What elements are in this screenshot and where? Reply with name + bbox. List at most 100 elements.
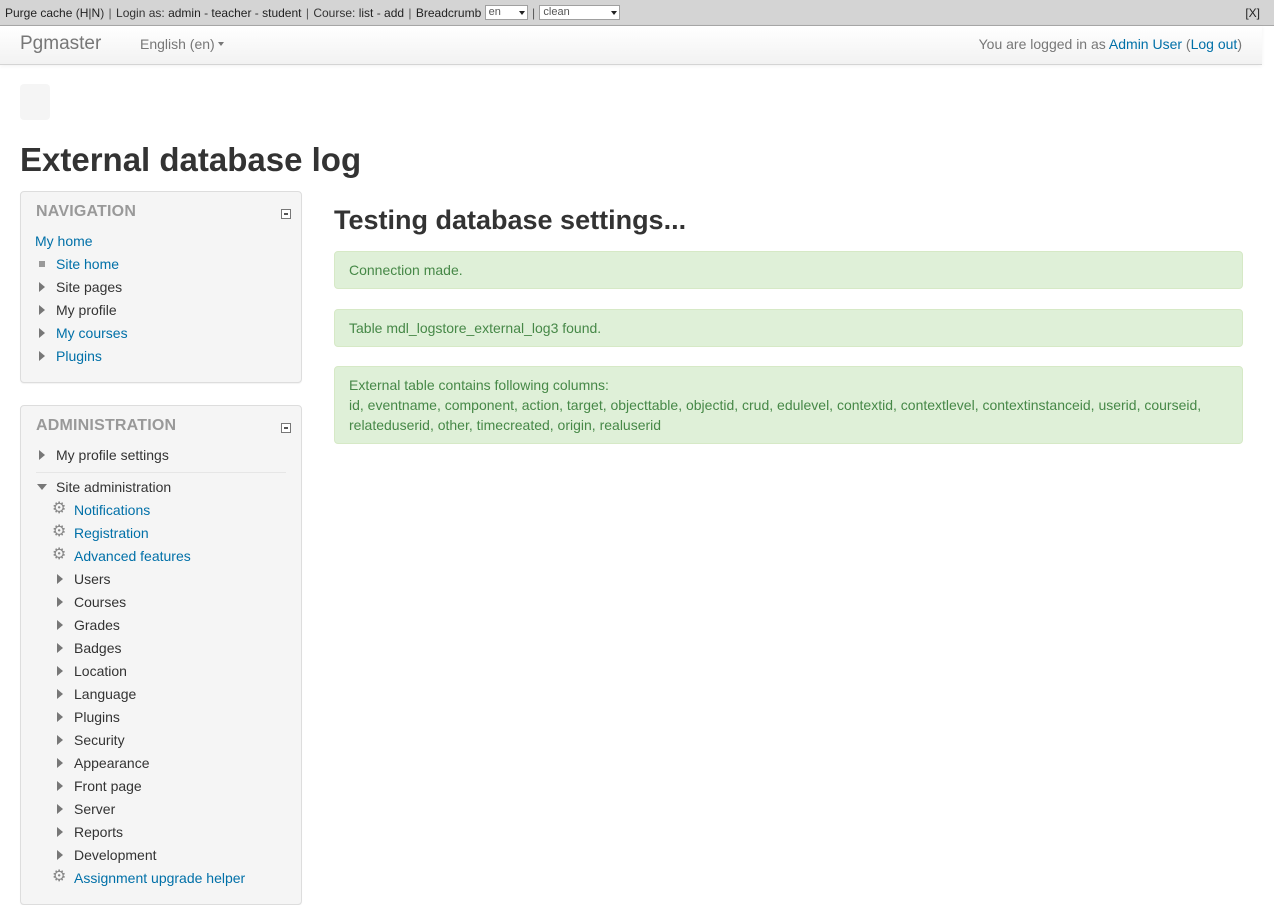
expand-arrow-icon: [39, 351, 45, 361]
nav-item-plugins[interactable]: Plugins: [39, 346, 102, 366]
expand-arrow-icon: [57, 643, 63, 653]
admin-item-label: Site administration: [56, 479, 172, 495]
expand-arrow-icon: [39, 282, 45, 292]
expand-arrow-icon: [39, 328, 45, 338]
administration-block: ADMINISTRATION My profile settings Site …: [20, 405, 302, 905]
admin-item-label: Courses: [74, 594, 127, 610]
admin-item-courses[interactable]: Courses: [57, 592, 127, 612]
admin-item-label: Language: [74, 686, 137, 702]
nav-item-label: My home: [35, 233, 93, 249]
admin-item-appearance[interactable]: Appearance: [57, 753, 150, 773]
nav-item-site-pages[interactable]: Site pages: [39, 277, 122, 297]
nav-item-label: Plugins: [56, 348, 102, 364]
admin-item-reports[interactable]: Reports: [57, 822, 123, 842]
collapse-icon[interactable]: [281, 423, 291, 433]
admin-item-label: Front page: [74, 778, 142, 794]
admin-item-my-profile-settings[interactable]: My profile settings: [39, 445, 169, 465]
admin-item-assignment-upgrade-helper[interactable]: ⚙ Assignment upgrade helper: [52, 868, 246, 888]
breadcrumb-placeholder: [20, 84, 50, 120]
gear-icon: ⚙: [52, 500, 67, 517]
theme-select-value: clean: [543, 6, 570, 19]
purge-cache-h-link[interactable]: H: [80, 6, 89, 20]
admin-item-location[interactable]: Location: [57, 661, 127, 681]
admin-item-development[interactable]: Development: [57, 845, 157, 865]
expand-arrow-icon: [57, 827, 63, 837]
language-menu-label: English (en): [140, 36, 215, 52]
nav-item-my-profile[interactable]: My profile: [39, 300, 117, 320]
purge-cache-link[interactable]: Purge cache: [5, 6, 72, 20]
logout-link[interactable]: Log out: [1191, 36, 1238, 52]
alert-text: Table mdl_logstore_external_log3 found.: [349, 320, 602, 336]
admin-item-label: Location: [74, 663, 127, 679]
nav-item-label: My courses: [56, 325, 128, 341]
login-info: You are logged in as Admin User (Log out…: [978, 36, 1242, 52]
collapse-icon[interactable]: [281, 209, 291, 219]
language-select-value: en: [488, 6, 501, 19]
admin-item-label: Development: [74, 847, 157, 863]
purge-cache-n-link[interactable]: N: [92, 6, 101, 20]
course-label: Course:: [313, 6, 356, 20]
login-as-teacher-link[interactable]: teacher: [211, 6, 251, 20]
admin-item-plugins[interactable]: Plugins: [57, 707, 120, 727]
admin-item-label: My profile settings: [56, 447, 169, 463]
admin-item-server[interactable]: Server: [57, 799, 116, 819]
navigation-block: NAVIGATION My home Site home Site pages …: [20, 191, 302, 383]
success-alert: Table mdl_logstore_external_log3 found.: [334, 309, 1243, 347]
language-menu[interactable]: English (en): [140, 36, 224, 52]
admin-item-users[interactable]: Users: [57, 569, 111, 589]
course-add-link[interactable]: add: [384, 6, 404, 20]
separator: |: [531, 6, 536, 20]
nav-item-my-home[interactable]: My home: [35, 231, 93, 251]
admin-item-label: Server: [74, 801, 116, 817]
admin-item-advanced-features[interactable]: ⚙ Advanced features: [52, 546, 191, 566]
expand-arrow-icon: [57, 781, 63, 791]
login-as-label: Login as:: [116, 6, 165, 20]
separator: |: [305, 6, 309, 20]
admin-item-notifications[interactable]: ⚙ Notifications: [52, 500, 151, 520]
navigation-block-title: NAVIGATION: [36, 203, 137, 220]
expand-arrow-icon: [57, 574, 63, 584]
nav-item-label: Site home: [56, 256, 120, 272]
chevron-down-icon: [611, 11, 618, 16]
expand-arrow-icon: [57, 689, 63, 699]
theme-select[interactable]: clean: [539, 5, 621, 21]
logged-in-prefix: You are logged in as: [978, 36, 1106, 52]
administration-block-title: ADMINISTRATION: [36, 417, 177, 434]
admin-item-security[interactable]: Security: [57, 730, 125, 750]
login-as-student-link[interactable]: student: [262, 6, 301, 20]
admin-item-language[interactable]: Language: [57, 684, 137, 704]
nav-item-my-courses[interactable]: My courses: [39, 323, 128, 343]
breadcrumb-link[interactable]: Breadcrumb: [416, 6, 481, 20]
site-brand-link[interactable]: Pgmaster: [20, 33, 101, 55]
developer-toolbar: Purge cache (H|N) | Login as: admin - te…: [0, 0, 1274, 26]
expand-arrow-icon: [39, 450, 45, 460]
course-list-link[interactable]: list: [359, 6, 374, 20]
admin-item-label: Assignment upgrade helper: [74, 870, 246, 886]
expand-arrow-icon: [57, 804, 63, 814]
login-as-admin-link[interactable]: admin: [168, 6, 201, 20]
admin-item-site-administration[interactable]: Site administration: [37, 477, 172, 497]
close-toolbar-button[interactable]: [X]: [1245, 6, 1260, 20]
expand-arrow-icon: [57, 735, 63, 745]
expand-arrow-icon: [57, 850, 63, 860]
admin-item-label: Notifications: [74, 502, 151, 518]
bullet-icon: [39, 261, 45, 267]
success-alert: Connection made.: [334, 251, 1243, 289]
separator: |: [408, 6, 412, 20]
language-select[interactable]: en: [484, 5, 528, 21]
success-alert: External table contains following column…: [334, 366, 1243, 444]
admin-item-badges[interactable]: Badges: [57, 638, 122, 658]
columns-list-continued: relateduserid, other, timecreated, origi…: [349, 417, 662, 433]
collapse-arrow-icon: [37, 484, 47, 490]
top-navbar: Pgmaster English (en) You are logged in …: [0, 26, 1262, 65]
admin-item-grades[interactable]: Grades: [57, 615, 120, 635]
admin-item-front-page[interactable]: Front page: [57, 776, 142, 796]
expand-arrow-icon: [57, 597, 63, 607]
expand-arrow-icon: [57, 666, 63, 676]
admin-item-label: Badges: [74, 640, 122, 656]
admin-item-label: Advanced features: [74, 548, 191, 564]
nav-item-site-home[interactable]: Site home: [39, 254, 120, 274]
admin-item-registration[interactable]: ⚙ Registration: [52, 523, 149, 543]
user-profile-link[interactable]: Admin User: [1109, 36, 1182, 52]
expand-arrow-icon: [57, 758, 63, 768]
